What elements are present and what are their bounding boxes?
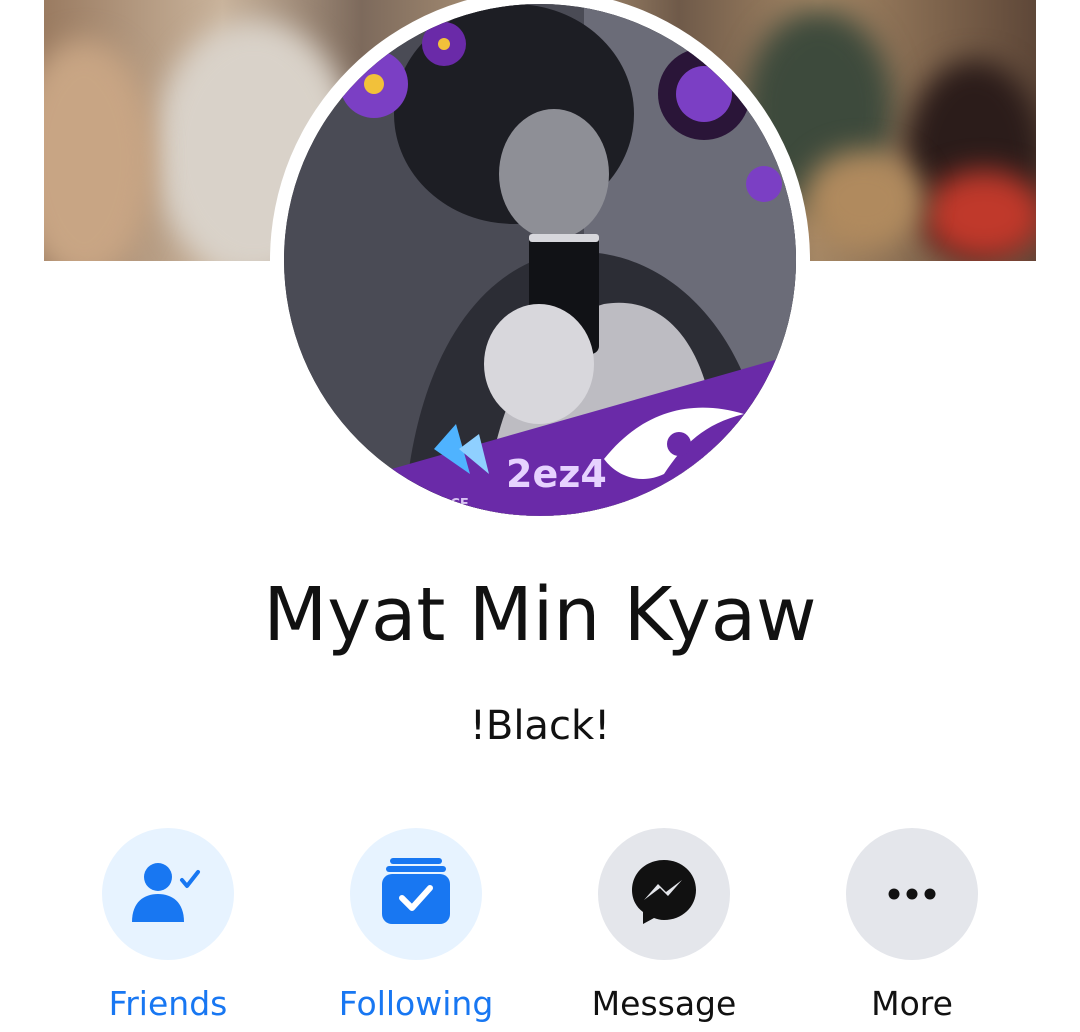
profile-bio: !Black! bbox=[469, 703, 611, 749]
following-label: Following bbox=[338, 984, 494, 1023]
cover-blob bbox=[924, 170, 1036, 260]
following-button-circle[interactable] bbox=[350, 828, 482, 960]
friends-button-circle[interactable] bbox=[102, 828, 234, 960]
friends-label: Friends bbox=[108, 984, 228, 1023]
profile-avatar[interactable]: 2ez4 LACE bbox=[284, 4, 796, 516]
message-label: Message bbox=[591, 984, 737, 1023]
friends-button[interactable]: Friends bbox=[68, 828, 268, 1022]
more-button[interactable]: More bbox=[812, 828, 1012, 1022]
more-dots-icon bbox=[888, 885, 936, 904]
messenger-icon bbox=[630, 858, 698, 930]
message-button[interactable]: Message bbox=[564, 828, 764, 1022]
following-check-icon bbox=[382, 858, 450, 930]
following-button[interactable]: Following bbox=[316, 828, 516, 1022]
message-button-circle[interactable] bbox=[598, 828, 730, 960]
avatar-badge-text: 2ez4 bbox=[506, 452, 607, 496]
cover-blob bbox=[804, 150, 924, 250]
friends-check-icon bbox=[132, 860, 204, 928]
more-label: More bbox=[871, 984, 953, 1023]
more-button-circle[interactable] bbox=[846, 828, 978, 960]
cover-blob bbox=[44, 40, 154, 261]
avatar-artwork: 2ez4 LACE bbox=[284, 4, 796, 516]
profile-name: Myat Min Kyaw bbox=[263, 572, 817, 658]
